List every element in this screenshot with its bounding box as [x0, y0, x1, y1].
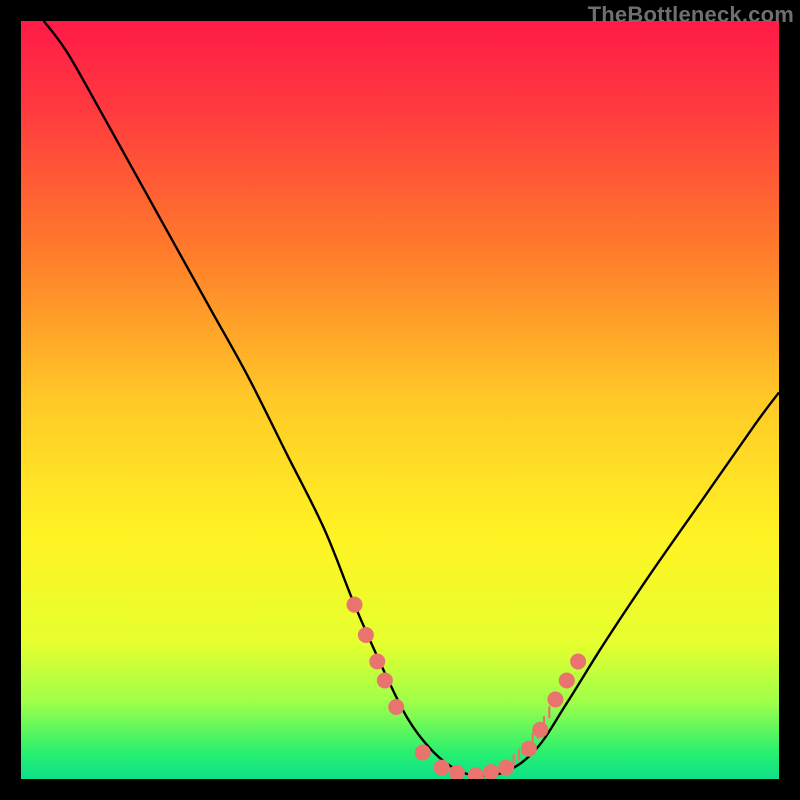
- highlight-dot: [388, 699, 404, 715]
- highlight-dot: [570, 654, 586, 670]
- highlight-dot: [521, 741, 537, 757]
- bottleneck-chart: [21, 21, 779, 779]
- highlight-dot: [434, 760, 450, 776]
- highlight-dot: [369, 654, 385, 670]
- highlight-dot: [358, 627, 374, 643]
- highlight-dot: [532, 722, 548, 738]
- chart-frame: [21, 21, 779, 779]
- gradient-background: [21, 21, 779, 779]
- highlight-dot: [498, 760, 514, 776]
- watermark-text: TheBottleneck.com: [588, 2, 794, 28]
- highlight-dot: [415, 744, 431, 760]
- highlight-dot: [347, 597, 363, 613]
- highlight-dot: [547, 691, 563, 707]
- highlight-dot: [559, 672, 575, 688]
- highlight-dot: [377, 672, 393, 688]
